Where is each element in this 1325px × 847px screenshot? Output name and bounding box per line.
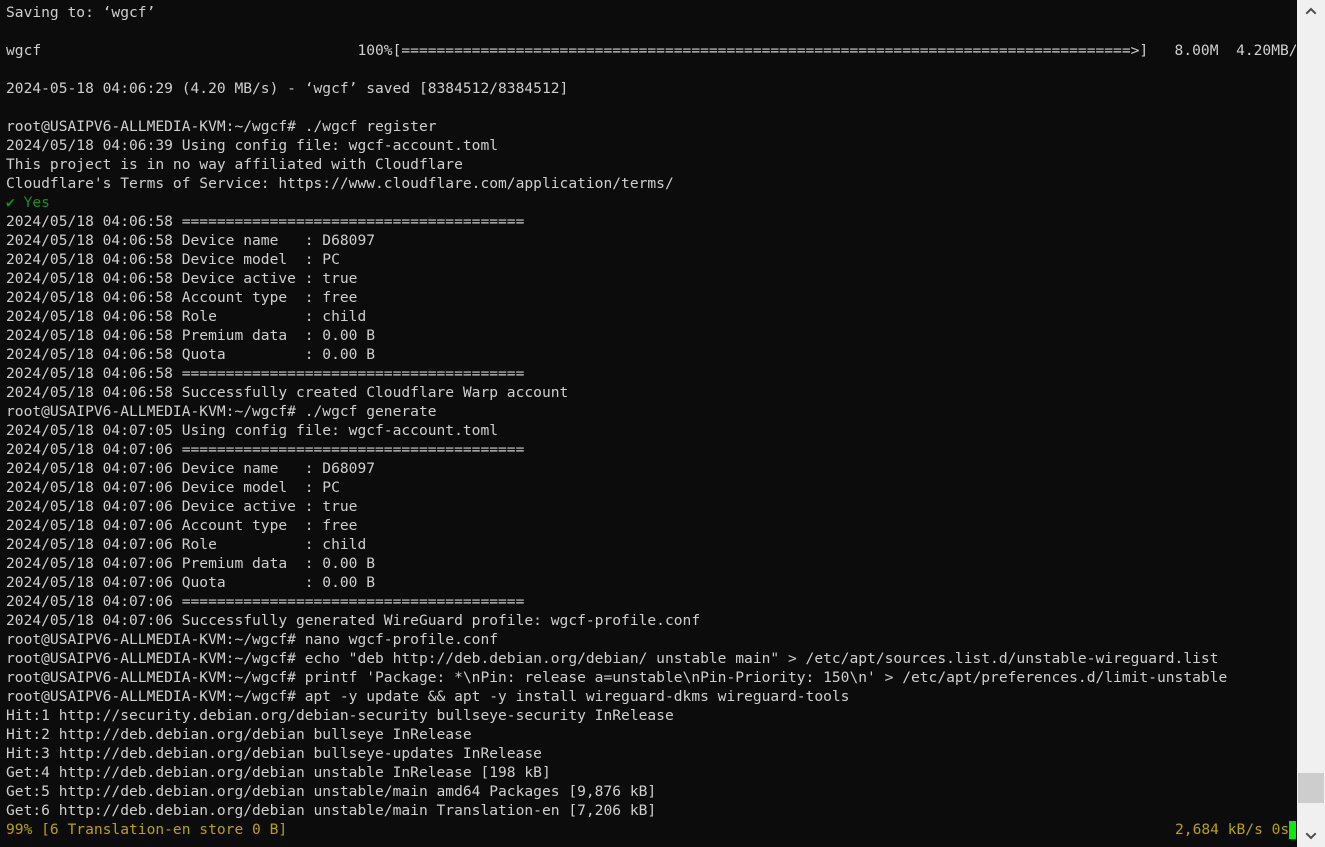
terminal-line: ✔ Yes [6,194,50,211]
terminal-line: Cloudflare's Terms of Service: https://w… [6,175,674,192]
terminal-line: 2024/05/18 04:07:06 Successfully generat… [6,612,701,629]
terminal-line: 2024/05/18 04:07:06 Premium data : 0.00 … [6,555,376,572]
terminal-line: 2024/05/18 04:06:58 Device active : true [6,270,358,287]
terminal-line: 2024/05/18 04:06:39 Using config file: w… [6,137,499,154]
terminal-line: 2024/05/18 04:07:06 ====================… [6,441,525,458]
terminal-line: 2024-05-18 04:06:29 (4.20 MB/s) - ‘wgcf’… [6,80,569,97]
terminal-line: root@USAIPV6-ALLMEDIA-KVM:~/wgcf# printf… [6,669,1228,686]
terminal-line: root@USAIPV6-ALLMEDIA-KVM:~/wgcf# nano w… [6,631,499,648]
terminal-line: 2024/05/18 04:07:06 ====================… [6,593,525,610]
terminal-line: This project is in no way affiliated wit… [6,156,463,173]
terminal-line: 2024/05/18 04:07:06 Account type : free [6,517,358,534]
terminal-line: 2024/05/18 04:06:58 Device model : PC [6,251,340,268]
terminal-line: 2024/05/18 04:07:06 Device name : D68097 [6,460,376,477]
terminal-line: 2024/05/18 04:07:06 Role : child [6,536,367,553]
terminal-line: 2024/05/18 04:07:05 Using config file: w… [6,422,499,439]
terminal-line: Hit:2 http://deb.debian.org/debian bulls… [6,726,472,743]
terminal-line: root@USAIPV6-ALLMEDIA-KVM:~/wgcf# apt -y… [6,688,850,705]
terminal-line: wgcf 100%[==============================… [6,42,1296,59]
vertical-scrollbar[interactable] [1296,0,1325,847]
chevron-up-icon [1305,7,1317,15]
terminal-line: 2024/05/18 04:07:06 Device active : true [6,498,358,515]
terminal-line: Saving to: ‘wgcf’ [6,4,156,21]
terminal-line: 2024/05/18 04:06:58 ====================… [6,365,525,382]
terminal-line: 2024/05/18 04:07:06 Quota : 0.00 B [6,574,376,591]
terminal-line: 2024/05/18 04:06:58 Successfully created… [6,384,569,401]
scrollbar-down-button[interactable] [1297,825,1325,847]
chevron-down-icon [1305,832,1317,840]
terminal-screen[interactable]: Saving to: ‘wgcf’ wgcf 100%[=============… [0,0,1296,847]
scrollbar-thumb[interactable] [1298,773,1324,803]
terminal-line: Get:5 http://deb.debian.org/debian unsta… [6,783,657,800]
terminal-line: root@USAIPV6-ALLMEDIA-KVM:~/wgcf# echo "… [6,650,1219,667]
scrollbar-track[interactable] [1297,22,1325,825]
terminal-line: Hit:3 http://deb.debian.org/debian bulls… [6,745,542,762]
terminal-line: 2024/05/18 04:06:58 Account type : free [6,289,358,306]
terminal-line: 2024/05/18 04:06:58 Role : child [6,308,367,325]
terminal-line: root@USAIPV6-ALLMEDIA-KVM:~/wgcf# ./wgcf… [6,403,437,420]
terminal-line: 2024/05/18 04:06:58 Premium data : 0.00 … [6,327,376,344]
terminal-line: 2024/05/18 04:06:58 Quota : 0.00 B [6,346,376,363]
apt-progress-status-left: 99% [6 Translation-en store 0 B] [6,821,288,838]
terminal-line: root@USAIPV6-ALLMEDIA-KVM:~/wgcf# ./wgcf… [6,118,437,135]
apt-progress-status-right: 2,684 kB/s 0s [1175,821,1290,838]
text-cursor [1289,821,1296,839]
terminal-line: 2024/05/18 04:06:58 Device name : D68097 [6,232,376,249]
terminal-line: Hit:1 http://security.debian.org/debian-… [6,707,674,724]
terminal-line: 2024/05/18 04:07:06 Device model : PC [6,479,340,496]
terminal-line: 2024/05/18 04:06:58 ====================… [6,213,525,230]
terminal-window: Saving to: ‘wgcf’ wgcf 100%[=============… [0,0,1325,847]
scrollbar-up-button[interactable] [1297,0,1325,22]
terminal-line: Get:6 http://deb.debian.org/debian unsta… [6,802,657,819]
terminal-line: Get:4 http://deb.debian.org/debian unsta… [6,764,551,781]
